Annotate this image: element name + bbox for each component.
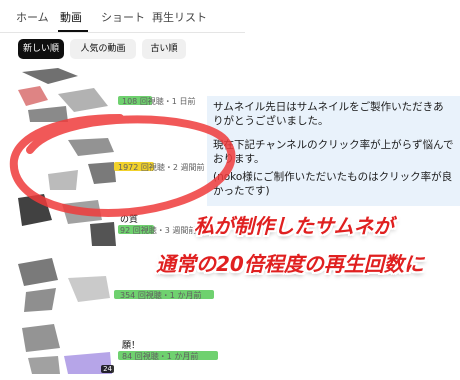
annotation-line-2: 通常の20倍程度の再生回数に [156,252,424,276]
annotation-line-1: 私が制作したサムネが [194,214,394,238]
highlight-circle [9,114,236,217]
